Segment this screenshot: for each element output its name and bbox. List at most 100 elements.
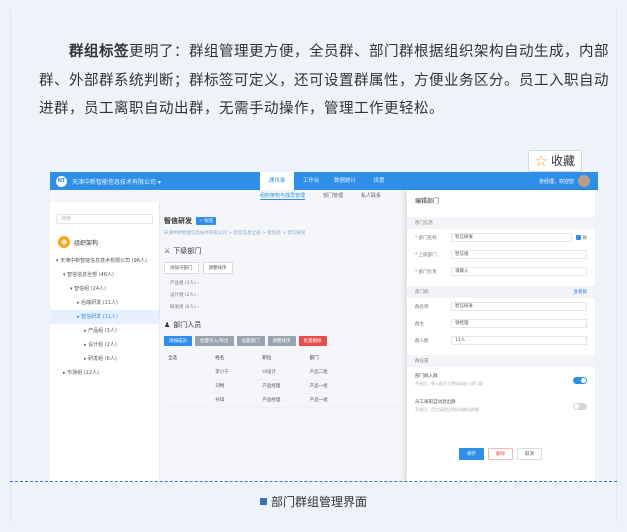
table-cell	[164, 380, 211, 393]
switch-row: 员工离职自动退出群开启后，员工离职后将自动移出群聊	[407, 393, 595, 419]
form-row: 群名称 智信研发	[407, 298, 595, 315]
sub-dept-item: 产品组 (3人) ›	[170, 281, 200, 286]
company-name: 天津中新智能信息技术有限公司 ▾	[72, 178, 161, 186]
group-title: 群设置	[415, 359, 429, 364]
article-paragraph: 群组标签更明了：群组管理更方便，全员群、部门群根据组织架构自动生成，内部群、外部…	[39, 38, 611, 124]
sub-nav-tab: 私人联系	[361, 193, 382, 199]
image-caption: 部门群组管理界面	[0, 493, 627, 510]
tree-node: ▸ 研发组 (6人)	[84, 356, 117, 362]
favorite-label: 收藏	[550, 154, 575, 168]
user-icon: ♟	[164, 321, 171, 329]
panel-title: 编辑部门	[415, 198, 440, 205]
form-row: * 部门负责 请输入	[407, 263, 595, 280]
table-row: 刘畅 产品经理 产品一组	[164, 380, 400, 394]
sub-dept-header: ⚔ 下级部门	[164, 246, 404, 256]
sub-dept-list: 产品组 (3人) › 设计组 (2人) › 研发组 (6人) ›	[164, 280, 404, 310]
switch-title: 员工离职自动退出群	[415, 400, 456, 405]
panel-info-rows: * 部门名称 智信研发 群 * 上级部门 智信组 * 部门负责 请输入	[407, 229, 595, 280]
form-value: 11人	[451, 336, 587, 345]
tree-node: ▸ 后端研发 (11人)	[77, 300, 118, 306]
star-icon: ☆	[534, 152, 548, 170]
tree-node: ▸ 设计组 (2人)	[84, 342, 117, 348]
members-title: 部门人员	[173, 321, 202, 329]
toggle-switch	[573, 376, 587, 384]
org-tree: ▾ 天津中新智能信息技术有限公司 (96人) ▾ 智信信息全部 (46人) ▾ 智信…	[50, 254, 159, 380]
table-cell: UI设计	[262, 370, 277, 375]
nav-tab: 数据统计	[333, 178, 356, 184]
org-icon: ◉	[58, 236, 70, 248]
panel-buttons: 保存 删除 取消	[459, 448, 542, 460]
checkbox-label: 群	[582, 235, 588, 241]
tree-node: ▾ 智信信息全部 (46人)	[63, 272, 114, 278]
group-title: 部门群	[415, 290, 429, 295]
form-label: * 部门名称	[415, 235, 437, 241]
switch-desc: 开启后，新入职员工将自动加入部门群	[415, 381, 483, 386]
checkbox-icon	[575, 235, 581, 240]
search-input: 搜索	[56, 214, 153, 224]
caption-text: 部门群组管理界面	[270, 495, 367, 509]
switch-desc: 开启后，员工离职后将自动移出群聊	[415, 407, 479, 412]
table-cell: 孙琪	[215, 398, 225, 403]
switch-title: 部门群入群	[415, 374, 438, 379]
article-card: 群组标签更明了：群组管理更方便，全员群、部门群根据组织架构自动生成，内部群、外部…	[10, 10, 617, 522]
column-header: 职位	[262, 356, 272, 361]
app-logo: NT	[56, 175, 67, 187]
member-button: 添加成员	[164, 336, 192, 346]
table-header: 全选 姓名 职位 部门	[164, 352, 400, 366]
dept-tag: ✓ 标签	[196, 217, 217, 225]
tree-node: ▸ 市场组 (22人)	[63, 370, 99, 376]
dept-main: 智信研发 ✓ 标签 天津中新智能信息技术有限公司 > 智信信息全部 > 智信组 …	[164, 202, 404, 482]
tree-node: ▸ 智信研发 (11人)	[50, 310, 159, 324]
table-cell	[353, 380, 400, 393]
form-value: 智信研发	[451, 302, 587, 311]
dashed-divider	[10, 481, 617, 482]
user-greeting: 张经理，欢迎您	[538, 178, 574, 185]
switch-text: 员工离职自动退出群开启后，员工离职后将自动移出群聊	[415, 399, 479, 413]
form-value: 张经理	[451, 319, 587, 328]
favorite-button[interactable]: ☆ 收藏	[527, 150, 582, 172]
group-title: 部门信息	[415, 221, 433, 226]
panel-chat-rows: 群名称 智信研发 群主 张经理 群人数 11人	[407, 298, 595, 349]
dept-title-label: 智信研发	[164, 217, 192, 225]
form-value: 请输入	[451, 267, 587, 276]
square-bullet-icon	[259, 498, 267, 505]
form-value: 智信研发	[451, 233, 572, 242]
panel-button: 取消	[517, 448, 542, 460]
switch-text: 部门群入群开启后，新入职员工将自动加入部门群	[415, 373, 483, 387]
panel-group-info: 部门信息	[407, 217, 595, 229]
form-value: 智信组	[451, 250, 587, 259]
screenshot-image: NT 天津中新智能信息技术有限公司 ▾ 通讯录 工作台 数据统计 设置 张经理，欢迎您…	[50, 172, 598, 482]
app-topbar: NT 天津中新智能信息技术有限公司 ▾ 通讯录 工作台 数据统计 设置 张经理，欢迎您	[50, 172, 598, 190]
sub-dept-buttons: 添加子部门 调整排序	[164, 262, 404, 274]
members-table: 全选 姓名 职位 部门 李小宁 UI设计 产品二组 刘畅 产品经理 产品一组 孙琪 产品经理 产品一组	[164, 352, 400, 408]
table-cell	[164, 394, 211, 407]
table-cell	[353, 366, 400, 379]
tree-node: ▾ 智信组 (24人)	[70, 286, 106, 292]
table-row: 李小宁 UI设计 产品二组	[164, 366, 400, 380]
form-label: * 部门负责	[415, 269, 437, 275]
column-header: 姓名	[215, 356, 225, 361]
sub-dept-button: 调整排序	[202, 262, 233, 274]
sub-dept-item: 设计组 (2人) ›	[170, 293, 200, 298]
form-label: 群名称	[415, 304, 429, 310]
switch-row: 部门群入群开启后，新入职员工将自动加入部门群	[407, 367, 595, 393]
panel-button: 保存	[459, 448, 484, 460]
members-header: ♟ 部门人员	[164, 320, 404, 330]
form-row: * 部门名称 智信研发 群	[407, 229, 595, 246]
sub-dept-button: 添加子部门	[164, 262, 199, 274]
checkbox-field: 群	[575, 235, 588, 241]
nav-tab: 设置	[373, 178, 385, 184]
table-cell: 产品一组	[309, 384, 328, 389]
table-cell	[164, 366, 211, 379]
panel-button: 删除	[488, 448, 513, 460]
table-cell: 产品一组	[309, 398, 328, 403]
member-button: 批量删除	[298, 336, 327, 346]
form-label: 群人数	[415, 338, 429, 344]
nav-tab: 通讯录	[260, 172, 294, 190]
sub-nav-tab: 组织架构与成员管理	[260, 193, 306, 200]
member-button: 调整排序	[267, 336, 296, 346]
sub-nav-tab: 部门管理	[323, 193, 344, 199]
avatar	[578, 175, 590, 187]
view-group-link: 查看群	[573, 290, 588, 295]
panel-group-settings: 群设置	[407, 355, 595, 367]
